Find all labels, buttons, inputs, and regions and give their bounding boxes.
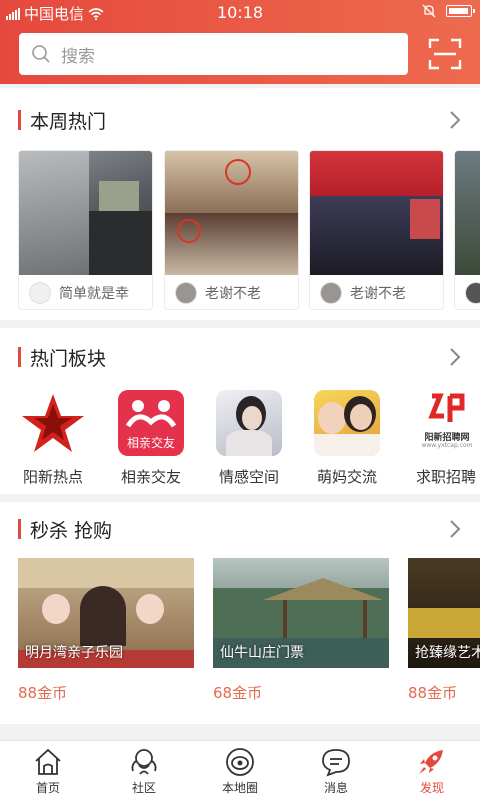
avatar bbox=[175, 282, 197, 304]
flash-sale-item[interactable]: 明月湾亲子乐园 88金币 bbox=[18, 558, 194, 703]
matchmaking-icon: 相亲交友 bbox=[118, 390, 184, 456]
bottom-tab-bar: 首页 社区 本地圈 消息 发现 bbox=[0, 740, 480, 800]
avatar bbox=[465, 282, 480, 304]
tab-home[interactable]: 首页 bbox=[13, 747, 83, 796]
board-item[interactable]: 萌妈交流 bbox=[302, 390, 392, 487]
tab-label: 消息 bbox=[323, 781, 348, 795]
search-placeholder: 搜索 bbox=[61, 46, 95, 67]
board-label: 求职招聘 bbox=[416, 468, 477, 486]
home-icon bbox=[35, 748, 61, 775]
board-item[interactable]: 情感空间 bbox=[204, 390, 294, 487]
status-bar: 中国电信 10:18 bbox=[0, 0, 480, 24]
emotion-photo-icon bbox=[216, 390, 282, 456]
section-title-text: 秒杀 抢购 bbox=[30, 519, 113, 542]
post-image bbox=[19, 151, 152, 275]
flash-sale-item[interactable]: 仙牛山庄门票 68金币 bbox=[213, 558, 389, 703]
tab-local-circle[interactable]: 本地圈 bbox=[205, 747, 275, 796]
author-name: 简单就是幸 bbox=[59, 286, 129, 302]
deal-price: 88金币 bbox=[18, 684, 68, 702]
community-icon bbox=[131, 749, 157, 775]
board-item[interactable]: 阳新招聘网 www.yxtcap.com 求职招聘 bbox=[402, 390, 480, 487]
jobs-logo-url: www.yxtcap.com bbox=[421, 442, 473, 449]
board-label: 情感空间 bbox=[218, 468, 279, 486]
hot-post-card[interactable]: 老谢不老 bbox=[164, 150, 299, 310]
header: 中国电信 10:18 搜索 bbox=[0, 0, 480, 84]
chevron-right-icon[interactable] bbox=[448, 110, 462, 130]
avatar bbox=[320, 282, 342, 304]
deal-image: 抢臻缘艺术 bbox=[408, 558, 480, 668]
flash-sale-section: 秒杀 抢购 明月湾亲子乐园 88金币 仙牛山庄门票 68金币 抢臻缘艺术 88金… bbox=[0, 502, 480, 724]
flash-sale-item[interactable]: 抢臻缘艺术 88金币 bbox=[408, 558, 480, 703]
deal-name: 明月湾亲子乐园 bbox=[25, 645, 123, 661]
tab-label: 本地圈 bbox=[221, 781, 258, 795]
post-image bbox=[455, 151, 480, 275]
chevron-right-icon[interactable] bbox=[448, 347, 462, 367]
star-logo-icon bbox=[20, 390, 86, 456]
hot-boards-section: 热门板块 阳新热点 相亲交友 相亲交友 情感空间 萌妈交流 阳新招聘网 www.… bbox=[0, 328, 480, 494]
mute-bell-icon bbox=[422, 4, 436, 18]
flash-sale-title: 秒杀 抢购 bbox=[18, 518, 113, 542]
main-content[interactable]: 本周热门 简单就是幸 老谢不老 老谢不老 热门板块 阳新热点 相亲交友 相亲交友… bbox=[0, 84, 480, 740]
board-label: 萌妈交流 bbox=[316, 468, 377, 486]
tab-community[interactable]: 社区 bbox=[109, 747, 179, 796]
deal-name: 仙牛山庄门票 bbox=[220, 645, 304, 661]
clock: 10:18 bbox=[216, 3, 264, 22]
search-icon bbox=[32, 45, 50, 63]
hot-post-card[interactable] bbox=[454, 150, 480, 310]
deal-image: 仙牛山庄门票 bbox=[213, 558, 389, 668]
tab-label: 首页 bbox=[35, 781, 60, 795]
matchmaking-icon-text: 相亲交友 bbox=[126, 436, 175, 450]
weekly-hot-title: 本周热门 bbox=[18, 109, 107, 133]
board-label: 相亲交友 bbox=[120, 468, 181, 486]
tab-label: 社区 bbox=[131, 781, 156, 795]
hot-post-card[interactable]: 老谢不老 bbox=[309, 150, 444, 310]
author-name: 老谢不老 bbox=[205, 286, 261, 302]
rocket-icon bbox=[419, 750, 443, 774]
avatar bbox=[29, 282, 51, 304]
deal-price: 88金币 bbox=[408, 684, 458, 702]
mom-photo-icon bbox=[314, 390, 380, 456]
hot-boards-title: 热门板块 bbox=[18, 346, 107, 370]
weekly-hot-section: 本周热门 简单就是幸 老谢不老 老谢不老 bbox=[0, 88, 480, 320]
chevron-right-icon[interactable] bbox=[448, 519, 462, 539]
chat-bubble-icon bbox=[322, 749, 350, 777]
section-title-text: 热门板块 bbox=[30, 347, 107, 370]
hot-post-card[interactable]: 简单就是幸 bbox=[18, 150, 153, 310]
deal-price: 68金币 bbox=[213, 684, 263, 702]
deal-image: 明月湾亲子乐园 bbox=[18, 558, 194, 668]
tab-discover[interactable]: 发现 bbox=[397, 747, 467, 796]
tab-messages[interactable]: 消息 bbox=[301, 747, 371, 796]
board-label: 阳新热点 bbox=[22, 468, 83, 486]
author-name: 老谢不老 bbox=[350, 286, 406, 302]
scan-icon[interactable] bbox=[428, 38, 462, 70]
section-title-text: 本周热门 bbox=[30, 110, 107, 133]
battery-icon bbox=[446, 5, 475, 17]
deal-name: 抢臻缘艺术 bbox=[415, 645, 480, 661]
search-input[interactable]: 搜索 bbox=[19, 33, 408, 75]
tab-label: 发现 bbox=[419, 781, 444, 795]
jobs-logo-icon: 阳新招聘网 www.yxtcap.com bbox=[414, 390, 480, 456]
board-item[interactable]: 阳新热点 bbox=[8, 390, 98, 487]
board-item[interactable]: 相亲交友 相亲交友 bbox=[106, 390, 196, 487]
local-circle-icon bbox=[226, 748, 254, 776]
post-image bbox=[310, 151, 443, 275]
post-image bbox=[165, 151, 298, 275]
